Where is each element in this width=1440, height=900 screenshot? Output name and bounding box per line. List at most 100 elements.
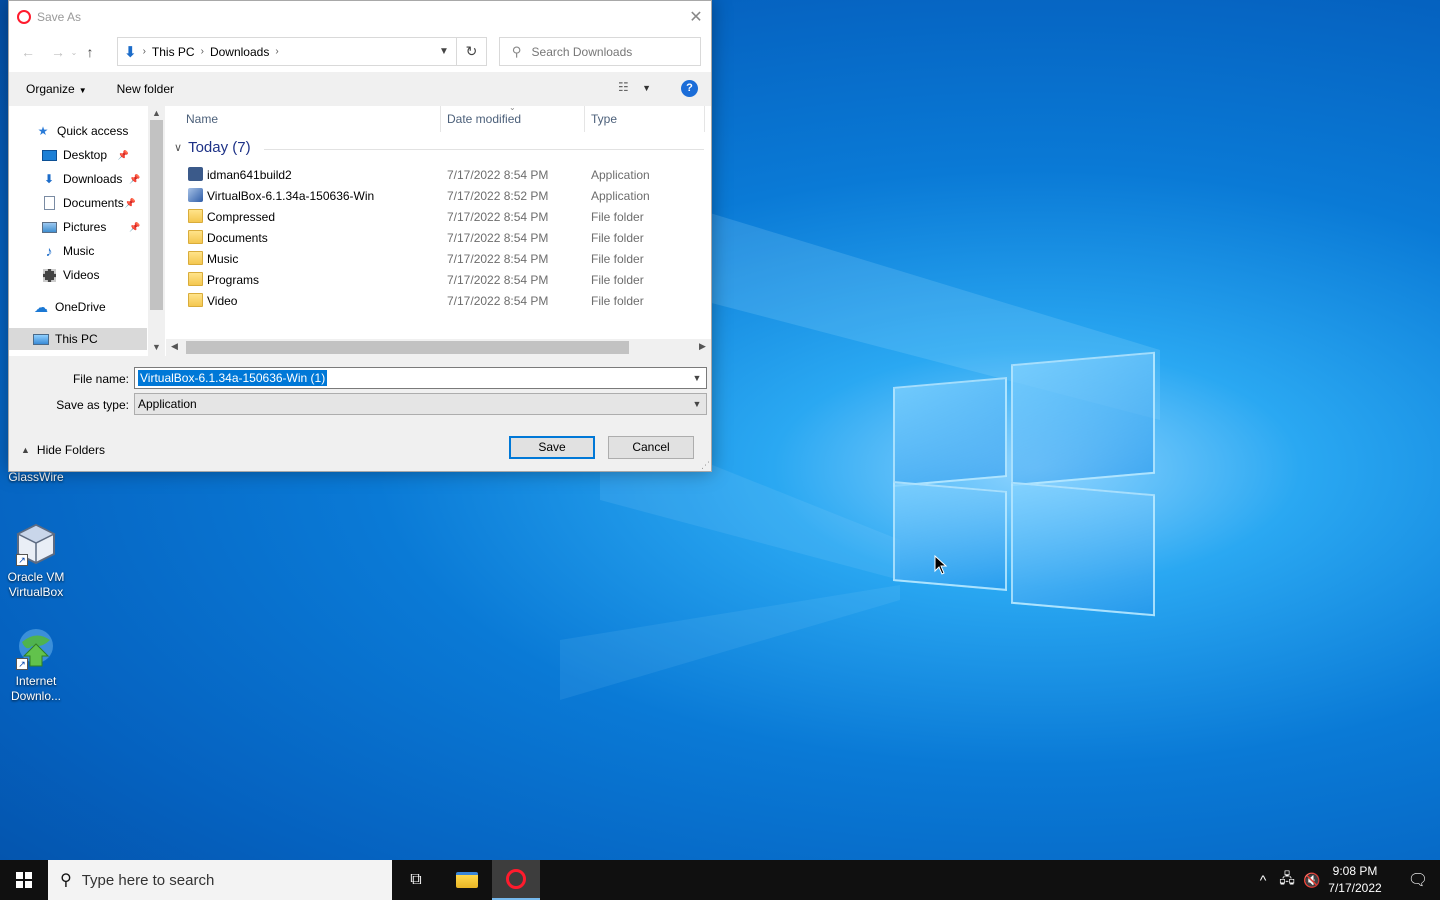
chevron-up-icon[interactable]: ^ (1252, 872, 1274, 888)
file-horizontal-scrollbar[interactable]: ◀ ▶ (166, 339, 711, 356)
start-button[interactable] (0, 860, 48, 900)
desktop-icon-label: GlassWire (8, 470, 64, 484)
breadcrumb: ⬇ › This PC › Downloads › (118, 43, 432, 61)
save-as-type-select[interactable]: Application ▼ (134, 393, 707, 415)
taskbar-clock[interactable]: 9:08 PM 7/17/2022 (1320, 863, 1390, 897)
nav-item-videos[interactable]: Videos (41, 264, 99, 286)
save-button[interactable]: Save (509, 436, 595, 459)
file-name-input[interactable]: VirtualBox-6.1.34a-150636-Win (1) ▼ (134, 367, 707, 389)
star-icon: ★ (37, 124, 49, 138)
hide-folders-label: Hide Folders (36, 443, 105, 457)
refresh-button[interactable]: ↻ (456, 38, 486, 65)
file-date: 7/17/2022 8:54 PM (447, 273, 549, 287)
breadcrumb-this-pc[interactable]: This PC (152, 45, 195, 59)
desktop-icon-label: Oracle VM VirtualBox (7, 570, 65, 599)
forward-button[interactable]: → (47, 41, 69, 63)
hide-folders-button[interactable]: ▲ Hide Folders (21, 443, 105, 457)
file-type: File folder (591, 231, 644, 245)
file-row[interactable]: Video 7/17/2022 8:54 PM File folder (166, 290, 706, 311)
file-name-value: VirtualBox-6.1.34a-150636-Win (1) (138, 370, 328, 386)
chevron-right-icon[interactable]: › (143, 46, 146, 57)
nav-item-label: OneDrive (55, 300, 106, 314)
pin-icon: 📌 (129, 173, 141, 184)
file-explorer-taskbar-button[interactable] (443, 860, 491, 900)
folder-icon (188, 209, 203, 223)
file-row[interactable]: Music 7/17/2022 8:54 PM File folder (166, 248, 706, 269)
column-divider[interactable] (704, 106, 705, 132)
close-icon: ✕ (689, 8, 703, 26)
breadcrumb-downloads[interactable]: Downloads (210, 45, 269, 59)
desktop-icon-glasswire[interactable]: GlassWire (0, 470, 72, 485)
column-divider[interactable] (584, 106, 585, 132)
save-as-dialog: Save As ✕ ← → ⌄ ↑ ⬇ › This PC › Download… (8, 0, 712, 472)
file-row[interactable]: idman641build2 7/17/2022 8:54 PM Applica… (166, 164, 706, 185)
film-icon (41, 267, 57, 283)
recent-locations-button[interactable]: ⌄ (69, 41, 79, 63)
nav-vertical-scrollbar[interactable]: ▲ ▼ (148, 106, 165, 356)
column-divider[interactable] (440, 106, 441, 132)
title-bar[interactable]: Save As ✕ (9, 1, 711, 32)
caret-down-icon: ▼ (78, 86, 87, 95)
opera-taskbar-button[interactable] (492, 860, 540, 900)
nav-item-music[interactable]: ♪ Music (41, 240, 95, 262)
scrollbar-thumb[interactable] (150, 120, 163, 310)
refresh-icon: ↻ (465, 43, 478, 59)
windows-icon (16, 872, 32, 888)
file-row[interactable]: VirtualBox-6.1.34a-150636-Win 7/17/2022 … (166, 185, 706, 206)
chevron-right-icon[interactable]: › (275, 46, 278, 57)
up-button[interactable]: ↑ (79, 41, 101, 63)
address-dropdown-button[interactable]: ▼ (432, 38, 456, 65)
nav-item-quick-access[interactable]: ★ Quick access (35, 120, 129, 142)
group-header-today[interactable]: ∨ Today (7) (174, 139, 704, 156)
file-row[interactable]: Compressed 7/17/2022 8:54 PM File folder (166, 206, 706, 227)
close-button[interactable]: ✕ (681, 2, 711, 32)
taskbar-search-box[interactable]: ⚲ Type here to search (48, 860, 392, 900)
file-row[interactable]: Documents 7/17/2022 8:54 PM File folder (166, 227, 706, 248)
file-name: VirtualBox-6.1.34a-150636-Win (207, 189, 375, 203)
taskbar: ⚲ Type here to search ⧉ ^ 🖧 🔇 9:08 PM 7/… (0, 860, 1440, 900)
resize-grip-icon[interactable]: ⋰ (701, 460, 710, 471)
help-button[interactable]: ? (681, 80, 698, 97)
scroll-left-arrow-icon[interactable]: ◀ (171, 341, 178, 352)
address-bar[interactable]: ⬇ › This PC › Downloads › ▼ ↻ (117, 37, 487, 66)
column-header-name[interactable]: Name (186, 106, 440, 132)
scroll-down-arrow-icon[interactable]: ▼ (148, 342, 165, 352)
cancel-button[interactable]: Cancel (608, 436, 694, 459)
dialog-title: Save As (37, 9, 82, 24)
nav-item-onedrive[interactable]: ☁ OneDrive (33, 296, 106, 318)
logo-pane (893, 481, 1007, 591)
view-options-button[interactable]: ☷ ▼ (618, 80, 651, 94)
nav-item-documents[interactable]: Documents 📌 (41, 192, 136, 214)
scrollbar-thumb[interactable] (186, 341, 629, 354)
chevron-down-icon[interactable]: ▼ (688, 394, 706, 414)
back-button[interactable]: ← (17, 41, 39, 63)
organize-button[interactable]: Organize ▼ (26, 82, 87, 96)
scroll-up-arrow-icon[interactable]: ▲ (148, 108, 165, 118)
file-type: File folder (591, 252, 644, 266)
nav-item-this-pc[interactable]: This PC (9, 328, 147, 350)
file-date: 7/17/2022 8:54 PM (447, 252, 549, 266)
scroll-right-arrow-icon[interactable]: ▶ (699, 341, 706, 352)
chevron-right-icon[interactable]: › (201, 46, 204, 57)
file-date: 7/17/2022 8:54 PM (447, 210, 549, 224)
desktop-icon-idm[interactable]: ↗ Internet Downlo... (0, 626, 72, 704)
search-placeholder: Search Downloads (531, 44, 633, 59)
task-view-button[interactable]: ⧉ (392, 860, 440, 900)
browser-area: ★ Quick access Desktop 📌 ⬇ Downloads 📌 D… (9, 103, 711, 356)
nav-item-pictures[interactable]: Pictures 📌 (41, 216, 140, 238)
nav-item-desktop[interactable]: Desktop 📌 (41, 144, 129, 166)
chevron-down-icon[interactable]: ▼ (688, 368, 706, 388)
action-center-button[interactable]: 🗨 (1396, 860, 1440, 900)
nav-item-downloads[interactable]: ⬇ Downloads 📌 (41, 168, 140, 190)
details-view-icon: ☷ (618, 80, 629, 94)
new-folder-button[interactable]: New folder (117, 82, 174, 96)
column-header-type[interactable]: Type (591, 106, 701, 132)
desktop-icon-virtualbox[interactable]: ↗ Oracle VM VirtualBox (0, 522, 72, 600)
file-name: Documents (207, 231, 268, 245)
network-icon[interactable]: 🖧 (1274, 868, 1300, 892)
search-input[interactable]: ⚲ Search Downloads (499, 37, 701, 66)
file-row[interactable]: Programs 7/17/2022 8:54 PM File folder (166, 269, 706, 290)
file-type: File folder (591, 273, 644, 287)
internet-download-manager-icon: ↗ (14, 626, 58, 670)
chevron-down-icon: ∨ (174, 142, 183, 154)
